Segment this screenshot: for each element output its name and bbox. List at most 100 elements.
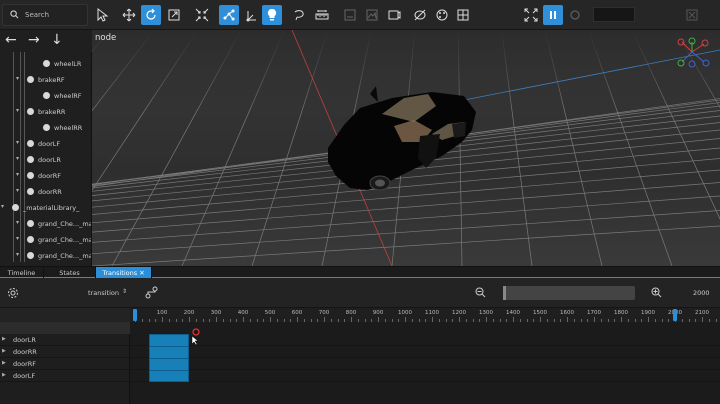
expand-arrow-icon[interactable]: ▾ [16, 219, 19, 226]
node-icon [43, 92, 50, 99]
expand-arrow-icon[interactable]: ▶ [2, 372, 6, 378]
refresh-button[interactable] [565, 5, 585, 25]
tree-item-label: brakeRF [38, 76, 65, 84]
toggle-b-button[interactable] [362, 5, 382, 25]
expand-arrow-icon[interactable]: ▾ [1, 203, 4, 210]
focus-tool-button[interactable] [192, 5, 212, 25]
forward-arrow-icon[interactable]: → [28, 32, 40, 48]
tree-item[interactable]: ▾ doorRR [0, 184, 91, 200]
track-name-label: doorLR [13, 336, 36, 344]
grid-button[interactable] [453, 5, 473, 25]
move-tool-button[interactable] [119, 5, 139, 25]
value-field[interactable] [593, 7, 635, 22]
down-arrow-icon[interactable]: ↓ [51, 32, 63, 48]
tab-label: States [59, 269, 80, 277]
palette-icon [436, 9, 448, 21]
measure-tool-button[interactable] [312, 5, 332, 25]
ruler-tick-label: 1600 [560, 310, 574, 316]
track-name-label: doorLF [13, 372, 36, 380]
ruler-tick-label: 1100 [425, 310, 439, 316]
track-name-label: doorRR [13, 348, 37, 356]
tree-navigation: ← → ↓ [0, 30, 92, 52]
track-lane[interactable] [130, 370, 720, 382]
zoom-out-icon[interactable] [475, 287, 486, 298]
search-box[interactable]: Search [2, 4, 88, 26]
expand-arrow-icon[interactable]: ▶ [2, 360, 6, 366]
tree-item-label: doorLR [38, 156, 61, 164]
mode-select[interactable]: transition ⇕ [82, 288, 130, 298]
zoom-in-icon[interactable] [651, 287, 662, 298]
node-icon [27, 76, 34, 83]
3d-viewport[interactable]: node [92, 30, 720, 266]
track-lane[interactable] [130, 346, 720, 358]
tree-item[interactable]: ▾ doorRF [0, 168, 91, 184]
lasso-icon [294, 10, 304, 21]
pivot-tool-button[interactable] [241, 5, 261, 25]
tree-item[interactable]: wheelLR [0, 56, 91, 72]
scale-tool-button[interactable] [164, 5, 184, 25]
track-row[interactable]: ▶ doorRF [0, 358, 130, 370]
ruler-tick-label: 900 [372, 310, 384, 316]
expand-arrow-icon[interactable]: ▾ [16, 107, 19, 114]
tree-item[interactable]: ▾ brakeRF [0, 72, 91, 88]
viewport-scene [92, 30, 720, 266]
select-arrows-icon: ⇕ [122, 288, 128, 295]
ruler-tick-label: 1700 [587, 310, 601, 316]
tree-item[interactable]: ▾ grand_Che..._materi [0, 232, 91, 248]
tree-item[interactable]: ▾ grand_Che..._materi [0, 248, 91, 264]
tree-item-label: doorRR [38, 188, 62, 196]
expand-arrow-icon[interactable]: ▶ [2, 348, 6, 354]
range-handle[interactable] [133, 309, 137, 321]
tree-item[interactable]: ▾ grand_Che..._materi [0, 216, 91, 232]
transition-clip[interactable] [148, 334, 189, 382]
select-tool-button[interactable] [92, 5, 112, 25]
range-handle[interactable] [673, 309, 677, 321]
node-icon [43, 124, 50, 131]
fullscreen-button[interactable] [521, 5, 541, 25]
close-tab-icon[interactable]: ✕ [137, 269, 144, 277]
expand-arrow-icon[interactable]: ▾ [16, 75, 19, 82]
track-row[interactable]: ▶ doorRR [0, 346, 130, 358]
close-panel-button[interactable] [682, 5, 702, 25]
expand-arrow-icon[interactable]: ▾ [16, 139, 19, 146]
track-row[interactable]: ▶ doorLR [0, 334, 130, 346]
expand-arrow-icon[interactable]: ▾ [16, 235, 19, 242]
tree-item[interactable]: ▾ brakeRR [0, 104, 91, 120]
track-row[interactable]: ▶ doorLF [0, 370, 130, 382]
expand-arrow-icon[interactable]: ▶ [2, 336, 6, 342]
material-button[interactable] [432, 5, 452, 25]
expand-arrow-icon[interactable]: ▾ [16, 171, 19, 178]
back-arrow-icon[interactable]: ← [5, 32, 17, 48]
tree-item[interactable]: wheelRF [0, 88, 91, 104]
rotate-tool-button[interactable] [141, 5, 161, 25]
track-area[interactable] [130, 322, 720, 404]
tree-item-label: wheelRF [54, 92, 82, 100]
track-lane[interactable] [130, 358, 720, 370]
expand-arrow-icon[interactable]: ▾ [16, 187, 19, 194]
expand-arrow-icon[interactable]: ▾ [16, 251, 19, 258]
settings-gear-icon[interactable] [7, 287, 19, 299]
pause-button[interactable] [543, 5, 563, 25]
ruler-tick-label: 2100 [695, 310, 709, 316]
tree-item[interactable]: wheelRR [0, 120, 91, 136]
time-ruler[interactable]: 0100200300400500600700800900100011001200… [130, 308, 720, 322]
toggle-a-button[interactable] [340, 5, 360, 25]
paint-tool-button[interactable] [289, 5, 309, 25]
ruler-spacer [0, 308, 130, 322]
zoom-slider-handle[interactable] [503, 286, 506, 300]
expand-arrow-icon[interactable]: ▾ [16, 155, 19, 162]
move-icon [122, 8, 136, 22]
hide-button[interactable] [410, 5, 430, 25]
camera-frame-button[interactable] [384, 5, 404, 25]
tree-item[interactable]: ▾ doorLF [0, 136, 91, 152]
tree-item[interactable]: ▾ doorLR [0, 152, 91, 168]
ruler-tick-label: 800 [345, 310, 357, 316]
vertex-tool-button[interactable] [219, 5, 239, 25]
ruler-tick-label: 1900 [641, 310, 655, 316]
zoom-slider[interactable] [503, 286, 635, 300]
tree-item[interactable]: ▾ _materialLibrary_ [0, 200, 91, 216]
light-tool-button[interactable] [262, 5, 282, 25]
tree-item-label: _materialLibrary_ [23, 204, 80, 212]
track-lane[interactable] [130, 334, 720, 346]
transition-link-icon[interactable] [145, 286, 158, 299]
